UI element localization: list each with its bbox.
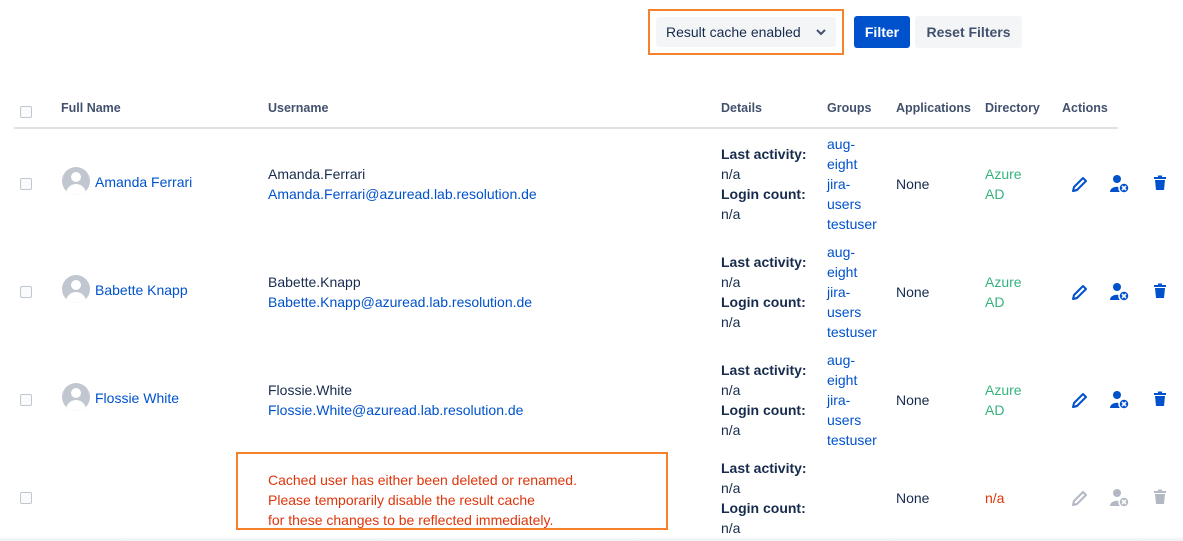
user-remove-icon[interactable]	[1110, 390, 1130, 410]
group-link[interactable]: aug-	[827, 350, 877, 370]
default-avatar-icon	[62, 275, 90, 303]
cache-warning-box: Cached user has either been deleted or r…	[236, 452, 668, 530]
group-link[interactable]: jira-	[827, 174, 877, 194]
group-link[interactable]: jira-	[827, 282, 877, 302]
user-email-link[interactable]: Babette.Knapp@azuread.lab.resolution.de	[268, 292, 532, 312]
row-checkbox[interactable]	[20, 286, 32, 298]
pencil-icon[interactable]	[1070, 282, 1090, 302]
cache-warning-line: for these changes to be reflected immedi…	[268, 512, 554, 528]
header-groups: Groups	[827, 101, 872, 115]
group-link[interactable]: users	[827, 410, 877, 430]
row-checkbox[interactable]	[20, 178, 32, 190]
group-link[interactable]: aug-	[827, 134, 877, 154]
username: Babette.Knapp	[268, 274, 361, 290]
header-username[interactable]: Username	[268, 101, 328, 115]
last-activity-value: n/a	[721, 480, 741, 496]
last-activity-label: Last activity:	[721, 460, 807, 476]
user-full-name-link[interactable]: Amanda Ferrari	[95, 172, 192, 192]
groups-list: aug- eight jira- users testuser	[827, 134, 877, 234]
default-avatar-icon	[62, 167, 90, 195]
user-full-name-link[interactable]: Flossie White	[95, 388, 179, 408]
login-count-label: Login count:	[721, 500, 806, 516]
header-actions: Actions	[1062, 101, 1108, 115]
header-full-name[interactable]: Full Name	[61, 101, 121, 115]
applications-value: None	[896, 490, 930, 506]
trash-icon[interactable]	[1152, 175, 1172, 195]
pencil-icon	[1070, 488, 1090, 508]
header-applications: Applications	[896, 101, 972, 115]
group-link[interactable]: testuser	[827, 430, 877, 450]
directory-value: Azure AD	[985, 166, 1022, 202]
login-count-value: n/a	[721, 206, 741, 222]
trash-icon[interactable]	[1152, 283, 1172, 303]
group-link[interactable]: testuser	[827, 214, 877, 234]
user-remove-icon[interactable]	[1110, 174, 1130, 194]
group-link[interactable]: users	[827, 194, 877, 214]
user-email-link[interactable]: Flossie.White@azuread.lab.resolution.de	[268, 400, 523, 420]
header-divider	[14, 127, 1118, 129]
login-count-label: Login count:	[721, 402, 806, 418]
group-link[interactable]: eight	[827, 262, 877, 282]
directory-value: Azure AD	[985, 382, 1022, 418]
reset-filters-button[interactable]: Reset Filters	[915, 16, 1022, 48]
group-link[interactable]: testuser	[827, 322, 877, 342]
chevron-down-icon	[816, 17, 826, 58]
groups-list: aug- eight jira- users testuser	[827, 242, 877, 342]
username: Amanda.Ferrari	[268, 166, 366, 182]
last-activity-label: Last activity:	[721, 146, 807, 162]
filter-button[interactable]: Filter	[854, 16, 910, 48]
directory-value: n/a	[985, 490, 1005, 506]
last-activity-value: n/a	[721, 382, 741, 398]
pencil-icon[interactable]	[1070, 390, 1090, 410]
applications-value: None	[896, 176, 930, 192]
row-checkbox[interactable]	[20, 492, 32, 504]
select-all-checkbox[interactable]	[20, 106, 32, 118]
login-count-label: Login count:	[721, 294, 806, 310]
username: Flossie.White	[268, 382, 353, 398]
group-link[interactable]: eight	[827, 370, 877, 390]
group-link[interactable]: aug-	[827, 242, 877, 262]
applications-value: None	[896, 284, 930, 300]
group-link[interactable]: users	[827, 302, 877, 322]
login-count-label: Login count:	[721, 186, 806, 202]
last-activity-label: Last activity:	[721, 254, 807, 270]
user-email-link[interactable]: Amanda.Ferrari@azuread.lab.resolution.de	[268, 184, 537, 204]
last-activity-value: n/a	[721, 166, 741, 182]
scroll-edge-shadow	[0, 536, 1183, 541]
user-full-name-link[interactable]: Babette Knapp	[95, 280, 188, 300]
user-remove-icon	[1110, 488, 1130, 508]
applications-value: None	[896, 392, 930, 408]
group-link[interactable]: eight	[827, 154, 877, 174]
user-remove-icon[interactable]	[1110, 282, 1130, 302]
cache-warning-line: Cached user has either been deleted or r…	[268, 472, 577, 488]
last-activity-label: Last activity:	[721, 362, 807, 378]
groups-list: aug- eight jira- users testuser	[827, 350, 877, 450]
login-count-value: n/a	[721, 520, 741, 536]
trash-icon	[1152, 489, 1172, 509]
trash-icon[interactable]	[1152, 391, 1172, 411]
last-activity-value: n/a	[721, 274, 741, 290]
group-link[interactable]: jira-	[827, 390, 877, 410]
header-details: Details	[721, 101, 762, 115]
pencil-icon[interactable]	[1070, 174, 1090, 194]
default-avatar-icon	[62, 383, 90, 411]
cache-warning-line: Please temporarily disable the result ca…	[268, 492, 535, 508]
row-checkbox[interactable]	[20, 394, 32, 406]
login-count-value: n/a	[721, 314, 741, 330]
result-cache-select-value: Result cache enabled	[666, 24, 801, 40]
login-count-value: n/a	[721, 422, 741, 438]
directory-value: Azure AD	[985, 274, 1022, 310]
header-directory: Directory	[985, 101, 1040, 115]
result-cache-select[interactable]: Result cache enabled	[648, 9, 844, 55]
